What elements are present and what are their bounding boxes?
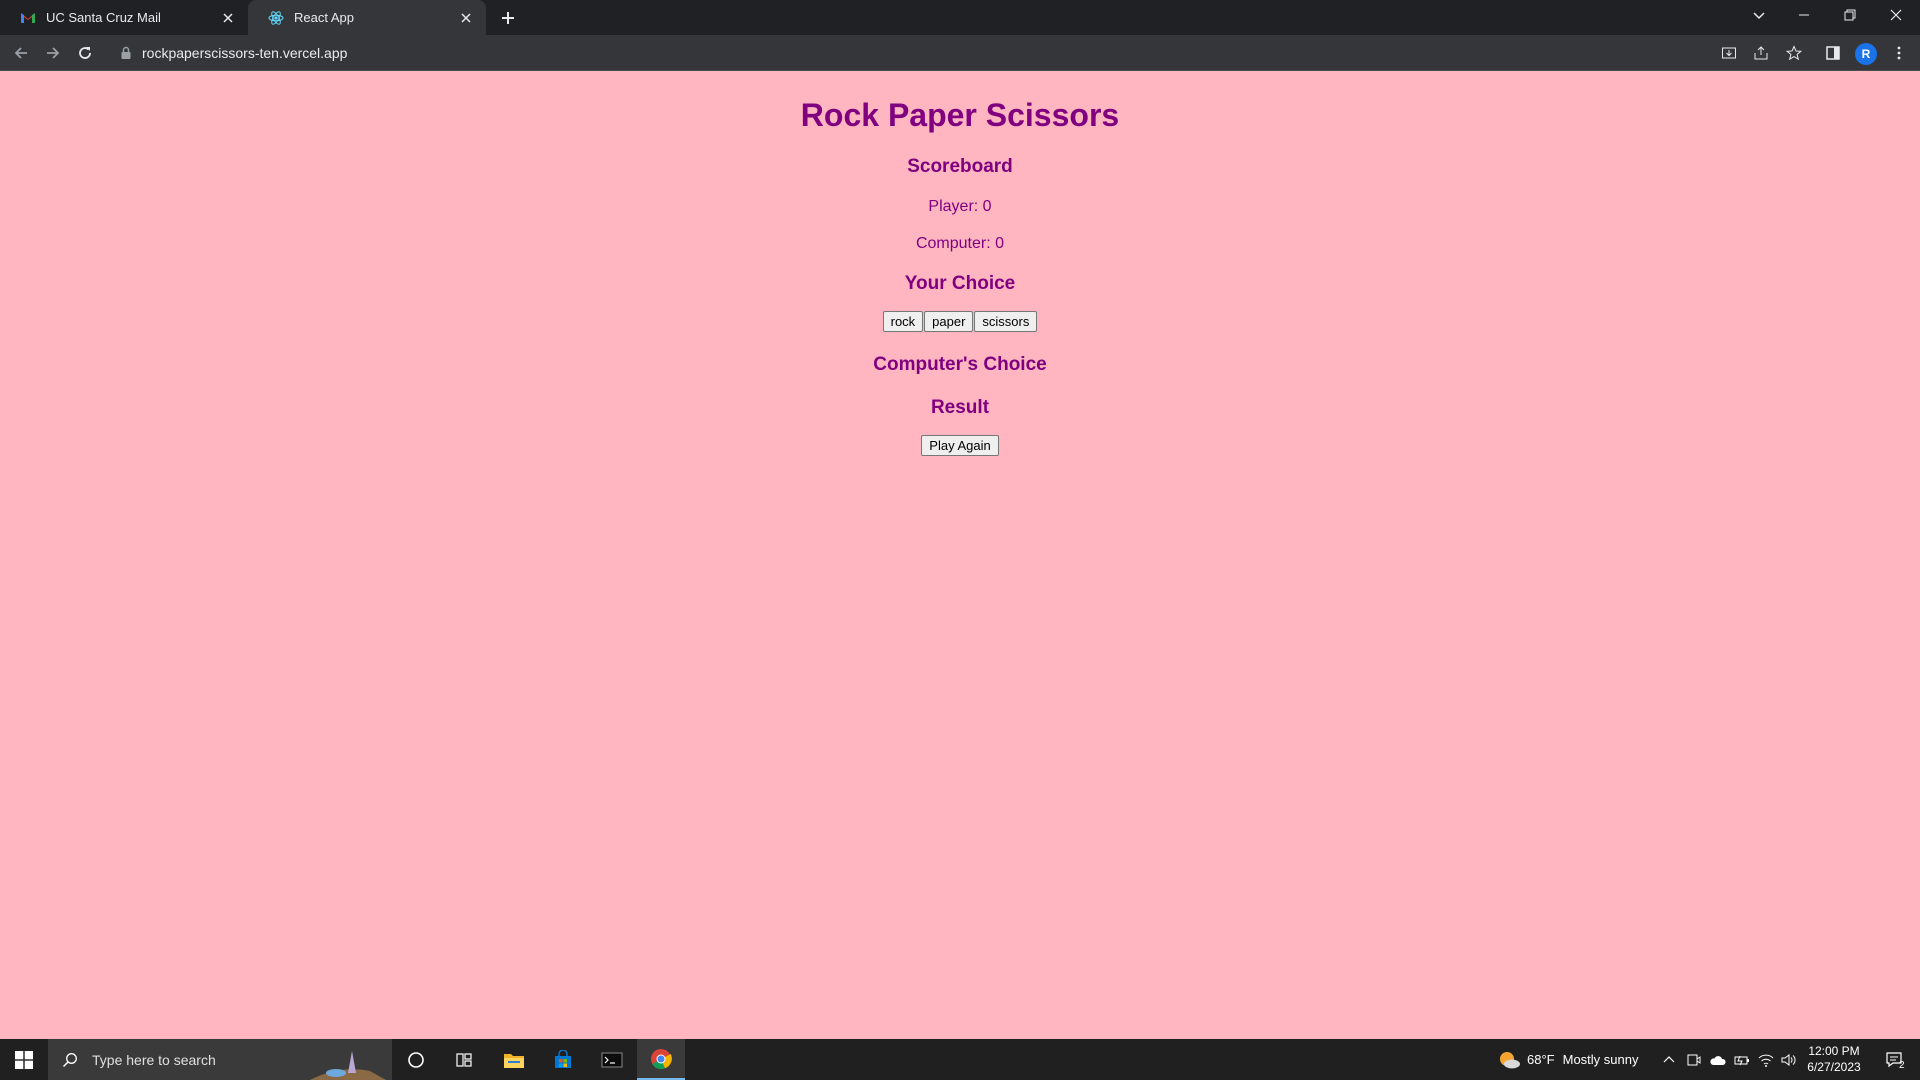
side-panel-button[interactable] [1821, 41, 1845, 65]
rock-button[interactable]: rock [882, 311, 924, 332]
folder-icon [504, 1053, 524, 1068]
menu-button[interactable] [1887, 41, 1911, 65]
task-view-button[interactable] [440, 1039, 488, 1080]
weather-widget[interactable]: 68°F Mostly sunny [1497, 1039, 1638, 1080]
computer-choice-heading: Computer's Choice [873, 354, 1047, 375]
profile-avatar[interactable]: R [1855, 43, 1877, 65]
search-placeholder: Type here to search [92, 1051, 216, 1068]
search-highlight-illustration [310, 1051, 386, 1080]
clock-date: 6/27/2023 [1807, 1060, 1861, 1074]
computer-score: Computer: 0 [915, 235, 1005, 252]
taskbar-search-box[interactable]: Type here to search [48, 1039, 392, 1080]
scissors-button[interactable]: scissors [974, 311, 1038, 332]
bookmark-button[interactable] [1782, 41, 1806, 65]
close-tab-icon[interactable] [458, 10, 474, 26]
notification-count: 2 [1899, 1060, 1905, 1071]
terminal-button[interactable] [588, 1039, 636, 1080]
chevron-down-icon [1753, 12, 1765, 20]
forward-button[interactable] [41, 41, 65, 65]
more-vertical-icon [1897, 46, 1901, 60]
cortana-button[interactable] [392, 1039, 440, 1080]
clock-time: 12:00 PM [1808, 1044, 1860, 1058]
taskbar: Type here to search 68°F Mostly sunny 12… [0, 1039, 1920, 1080]
share-icon [1754, 46, 1768, 60]
arrow-left-icon [14, 47, 27, 59]
tab-react-app[interactable]: React App [248, 0, 486, 35]
action-center-button[interactable]: 2 [1874, 1039, 1916, 1080]
page-content: Rock Paper Scissors Scoreboard Player: 0… [0, 71, 1920, 1039]
tab-uc-santa-cruz-mail[interactable]: UC Santa Cruz Mail [0, 0, 248, 35]
tab-label: UC Santa Cruz Mail [46, 10, 161, 25]
back-button[interactable] [9, 41, 33, 65]
minimize-button[interactable] [1781, 0, 1827, 30]
start-button[interactable] [0, 1039, 48, 1080]
cortana-icon [408, 1051, 424, 1068]
new-tab-button[interactable] [496, 6, 520, 30]
store-icon [555, 1049, 571, 1068]
play-again-button[interactable]: Play Again [921, 435, 999, 456]
minimize-icon [1799, 14, 1809, 16]
share-button[interactable] [1749, 41, 1773, 65]
restore-button[interactable] [1827, 0, 1873, 30]
star-icon [1786, 45, 1802, 61]
video-icon [1687, 1054, 1701, 1065]
onedrive-tray-icon[interactable] [1707, 1039, 1729, 1080]
weather-description: Mostly sunny [1562, 1052, 1639, 1067]
tab-search-button[interactable] [1736, 0, 1782, 30]
network-tray-icon[interactable] [1755, 1039, 1777, 1080]
close-tab-icon[interactable] [220, 10, 236, 26]
reload-icon [79, 47, 91, 59]
install-app-button[interactable] [1717, 41, 1741, 65]
speaker-icon [1781, 1053, 1796, 1066]
browser-tab-strip: UC Santa Cruz Mail React App [0, 0, 1920, 35]
file-explorer-button[interactable] [490, 1039, 538, 1080]
battery-tray-icon[interactable] [1731, 1039, 1753, 1080]
browser-toolbar: rockpaperscissors-ten.vercel.app [0, 35, 1920, 71]
microsoft-store-button[interactable] [539, 1039, 587, 1080]
plus-icon [502, 12, 514, 24]
paper-button[interactable]: paper [924, 311, 974, 332]
arrow-right-icon [47, 47, 60, 59]
result-heading: Result [930, 397, 990, 418]
tab-label: React App [294, 10, 354, 25]
chrome-button[interactable] [637, 1039, 685, 1080]
player-score: Player: 0 [928, 198, 992, 215]
windows-icon [15, 1050, 33, 1069]
choice-buttons: rock paper scissors [0, 311, 1920, 332]
close-icon [1890, 9, 1902, 21]
react-icon [268, 10, 284, 26]
lock-icon [120, 46, 132, 60]
page-title: Rock Paper Scissors [800, 97, 1120, 133]
restore-icon [1844, 9, 1856, 21]
address-bar[interactable]: rockpaperscissors-ten.vercel.app [110, 39, 1710, 67]
weather-sun-icon [1500, 1051, 1520, 1068]
task-view-icon [456, 1052, 472, 1067]
taskbar-clock[interactable]: 12:00 PM 6/27/2023 [1796, 1043, 1872, 1075]
meet-now-tray-icon[interactable] [1683, 1039, 1705, 1080]
terminal-icon [601, 1052, 623, 1067]
side-panel-icon [1826, 46, 1840, 60]
search-icon [62, 1052, 77, 1067]
play-again-row: Play Again [0, 435, 1920, 456]
show-hidden-icons-button[interactable] [1658, 1039, 1680, 1080]
weather-temp: 68°F [1527, 1052, 1555, 1067]
gmail-icon [20, 10, 36, 26]
reload-button[interactable] [73, 41, 97, 65]
scoreboard-heading: Scoreboard [907, 156, 1013, 177]
close-window-button[interactable] [1873, 0, 1919, 30]
wifi-icon [1758, 1054, 1774, 1067]
chevron-up-icon [1663, 1055, 1675, 1062]
battery-icon [1734, 1055, 1749, 1065]
chrome-icon [651, 1048, 672, 1069]
your-choice-heading: Your Choice [904, 273, 1016, 294]
cloud-icon [1710, 1055, 1726, 1065]
url-text: rockpaperscissors-ten.vercel.app [142, 45, 348, 61]
install-icon [1722, 47, 1736, 59]
